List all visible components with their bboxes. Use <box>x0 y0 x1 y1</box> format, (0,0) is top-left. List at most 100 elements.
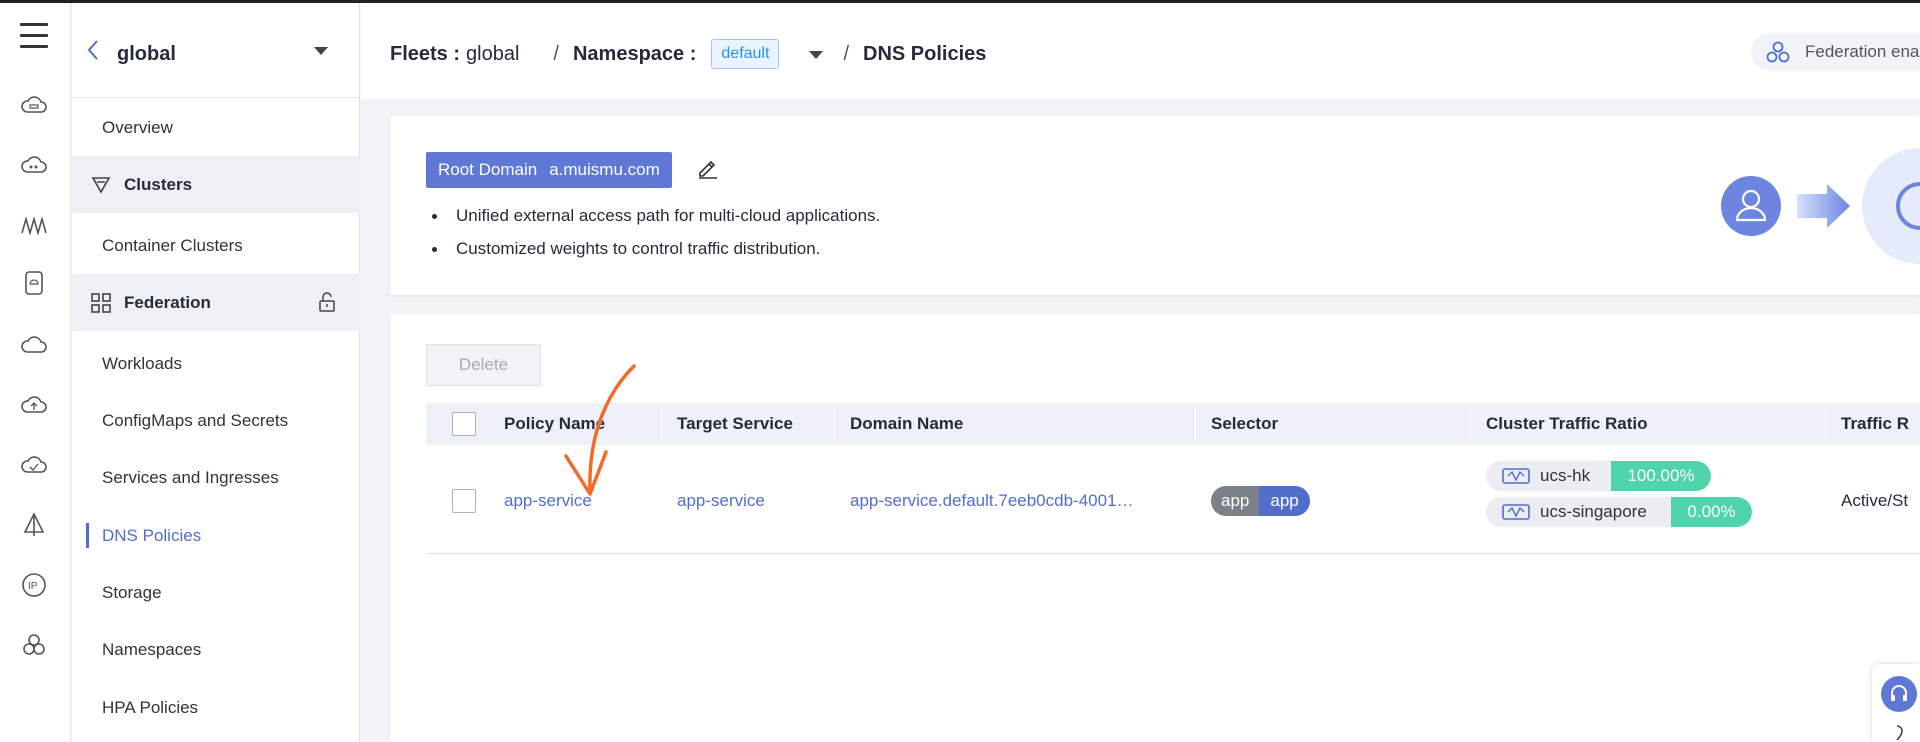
mesh-icon[interactable] <box>20 211 48 239</box>
feature-list: Unified external access path for multi-c… <box>426 206 880 272</box>
cloud-sync-icon[interactable] <box>20 331 48 359</box>
unlock-icon[interactable] <box>318 292 336 317</box>
feature-item: Customized weights to control traffic di… <box>426 239 880 259</box>
column-divider <box>661 407 662 441</box>
table-row: app-service app-service app-service.defa… <box>426 445 1920 554</box>
target-service-link[interactable]: app-service <box>677 491 765 511</box>
nav-item-storage[interactable]: Storage <box>72 564 360 621</box>
nav-item-label: Services and Ingresses <box>102 467 279 487</box>
cluster-name-text: ucs-singapore <box>1540 502 1647 521</box>
namespace-dropdown-icon[interactable] <box>809 51 824 59</box>
column-divider <box>1470 407 1471 441</box>
federation-rail-icon[interactable] <box>20 631 48 659</box>
cluster-icon <box>1502 467 1530 485</box>
federation-status-pill[interactable]: Federation ena <box>1751 33 1920 71</box>
column-header-domain-name[interactable]: Domain Name <box>850 403 963 445</box>
fleets-value[interactable]: global <box>466 43 519 66</box>
location-icon[interactable] <box>1890 724 1904 740</box>
namespace-tag[interactable]: default <box>711 39 780 69</box>
nav-item-label: DNS Policies <box>102 525 202 545</box>
sail-icon[interactable] <box>20 511 48 539</box>
back-chevron-icon[interactable] <box>86 39 100 66</box>
headset-icon[interactable] <box>1881 676 1917 712</box>
nav-item-namespaces[interactable]: Namespaces <box>72 621 360 678</box>
nav-item-label: Overview <box>102 117 173 137</box>
ip-icon[interactable]: IP <box>20 571 48 599</box>
column-header-cluster-traffic-ratio[interactable]: Cluster Traffic Ratio <box>1486 403 1648 445</box>
breadcrumb-separator: / <box>843 42 849 65</box>
nav-item-overview[interactable]: Overview <box>72 99 360 156</box>
root-domain-value: a.muismu.com <box>549 160 660 179</box>
dns-illustration <box>1721 148 1920 264</box>
feature-item: Unified external access path for multi-c… <box>426 206 880 226</box>
column-divider <box>1195 407 1196 441</box>
nav-group-federation[interactable]: Federation <box>72 274 360 331</box>
breadcrumb: Fleets : global / Namespace : default / … <box>390 39 986 69</box>
cluster-name: ucs-singapore <box>1486 497 1671 527</box>
breadcrumb-separator: / <box>553 42 559 65</box>
root-domain-button[interactable]: Root Domain a.muismu.com <box>426 152 672 188</box>
cluster-name: ucs-hk <box>1486 461 1611 491</box>
fleet-dropdown-caret-icon[interactable] <box>314 47 328 55</box>
nav-group-label: Federation <box>124 292 211 312</box>
nav-item-configmaps[interactable]: ConfigMaps and Secrets <box>72 392 360 449</box>
page-title: DNS Policies <box>863 42 987 65</box>
column-header-policy-name[interactable]: Policy Name <box>504 403 605 445</box>
nav-item-label: Namespaces <box>102 639 202 659</box>
filter-icon <box>90 174 112 196</box>
policy-name-link[interactable]: app-service <box>504 491 592 511</box>
column-header-traffic-mode[interactable]: Traffic R <box>1841 403 1909 445</box>
column-header-selector[interactable]: Selector <box>1211 403 1278 445</box>
cloud-container-icon[interactable] <box>20 91 48 119</box>
namespace-label: Namespace : <box>572 42 697 65</box>
cluster-icon <box>1502 503 1530 521</box>
row-checkbox[interactable] <box>452 489 476 513</box>
nav-group-clusters[interactable]: Clusters <box>72 156 360 213</box>
table-header: Policy Name Target Service Domain Name S… <box>426 403 1920 445</box>
cloud-check-icon[interactable] <box>20 451 48 479</box>
nav-item-hpa-policies[interactable]: HPA Policies <box>72 679 360 736</box>
arrow-icon <box>1797 184 1850 228</box>
menu-icon[interactable] <box>20 23 48 49</box>
secondary-nav: global Overview Clusters Container Clust… <box>72 3 360 742</box>
nav-item-label: HPA Policies <box>102 697 199 717</box>
nav-item-workloads[interactable]: Workloads <box>72 335 360 392</box>
svg-text:IP: IP <box>28 581 38 592</box>
device-icon[interactable] <box>20 269 48 297</box>
delete-button[interactable]: Delete <box>426 344 541 386</box>
nav-item-label: Container Clusters <box>102 235 243 255</box>
selector-key: app <box>1211 486 1260 516</box>
selector-value: app <box>1259 486 1310 516</box>
domain-name-link[interactable]: app-service.default.7eeb0cdb-4001… <box>850 491 1134 511</box>
root-domain-label: Root Domain <box>438 160 538 179</box>
grid-icon <box>90 292 112 314</box>
edit-icon[interactable] <box>696 156 720 185</box>
cloud-upload-icon[interactable] <box>20 391 48 419</box>
nav-item-label: Workloads <box>102 353 182 373</box>
cluster-ratio-item: ucs-hk 100.00% <box>1486 461 1711 491</box>
nav-item-container-clusters[interactable]: Container Clusters <box>72 217 360 274</box>
help-widget <box>1872 664 1920 742</box>
column-divider <box>1825 407 1826 441</box>
fleets-label: Fleets : <box>390 42 461 65</box>
column-header-target-service[interactable]: Target Service <box>677 403 793 445</box>
cluster-ratio-percent: 0.00% <box>1671 497 1752 527</box>
nav-group-label: Clusters <box>124 174 193 194</box>
selector-tag: app app <box>1211 486 1310 516</box>
cluster-name-text: ucs-hk <box>1540 466 1591 485</box>
dns-intro-card: Root Domain a.muismu.com Unified externa… <box>390 116 1920 295</box>
cloud-cluster-icon[interactable] <box>20 151 48 179</box>
federation-status-text: Federation ena <box>1805 42 1920 61</box>
select-all-checkbox[interactable] <box>452 412 476 436</box>
fleet-title: global <box>117 43 176 65</box>
nav-item-label: Storage <box>102 582 162 602</box>
nav-item-label: ConfigMaps and Secrets <box>102 410 289 430</box>
dns-policies-panel: Delete Policy Name Target Service Domain… <box>390 314 1920 742</box>
nav-item-services[interactable]: Services and Ingresses <box>72 449 360 506</box>
icon-rail: IP <box>0 3 71 742</box>
page-header: Fleets : global / Namespace : default / … <box>361 3 1920 99</box>
column-divider <box>834 407 835 441</box>
federation-icon <box>1765 40 1791 64</box>
nav-item-dns-policies[interactable]: DNS Policies <box>72 507 360 564</box>
cluster-ratio-item: ucs-singapore 0.00% <box>1486 497 1752 527</box>
